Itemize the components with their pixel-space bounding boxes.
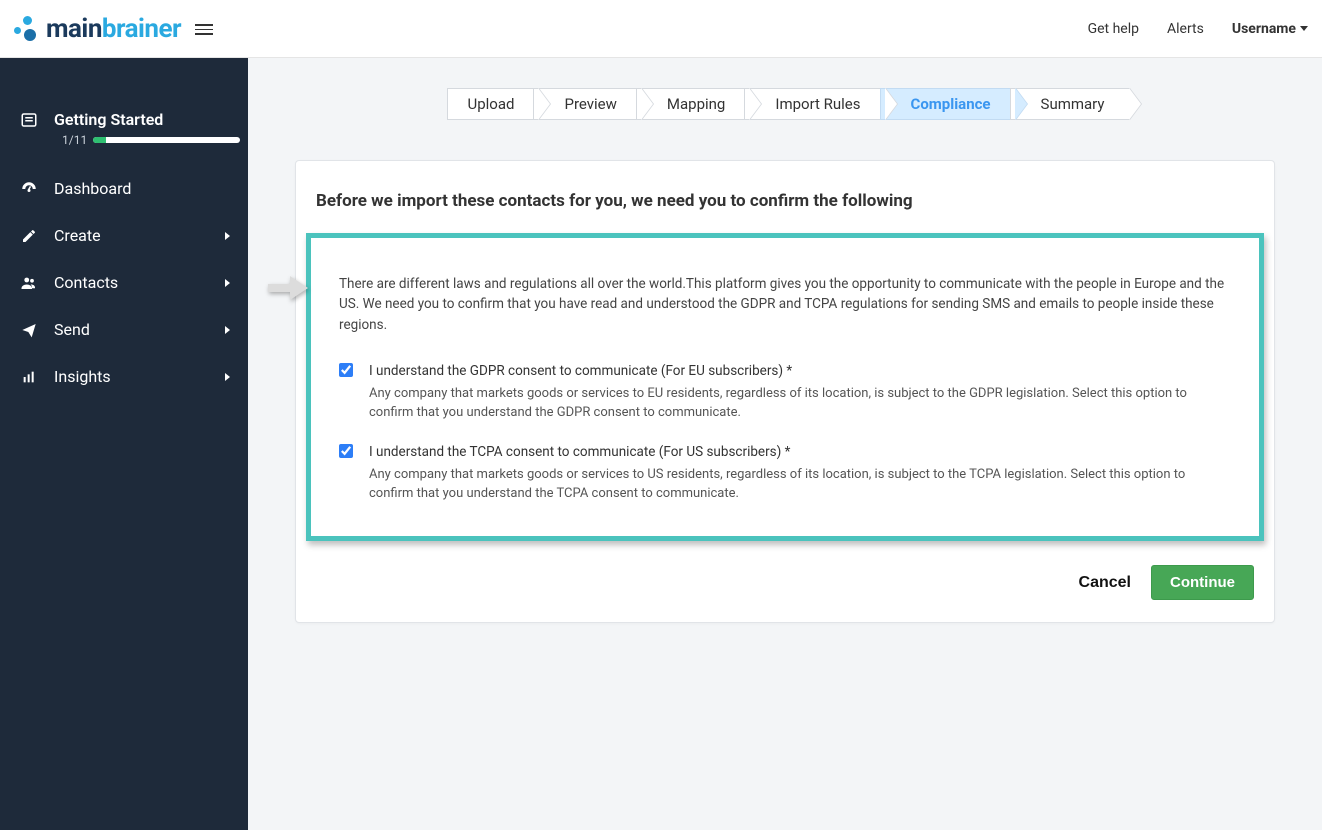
body: Getting Started 1/11 Dashboard Creat — [0, 58, 1322, 830]
card-actions: Cancel Continue — [296, 541, 1274, 600]
continue-button[interactable]: Continue — [1151, 565, 1254, 600]
chevron-right-icon — [225, 279, 230, 287]
sidebar: Getting Started 1/11 Dashboard Creat — [0, 58, 248, 830]
progress-bar-fill — [93, 137, 106, 143]
username-label: Username — [1232, 21, 1296, 37]
wizard-step-label: Compliance — [911, 95, 991, 113]
menu-toggle-icon[interactable] — [195, 22, 213, 35]
sidebar-item-contacts[interactable]: Contacts — [0, 259, 248, 306]
topbar-left: mainbrainer — [10, 14, 213, 44]
chevron-right-icon — [225, 326, 230, 334]
gdpr-label: I understand the GDPR consent to communi… — [369, 363, 1231, 379]
user-menu[interactable]: Username — [1232, 21, 1308, 37]
logo[interactable]: mainbrainer — [10, 14, 181, 44]
topbar-right: Get help Alerts Username — [1088, 21, 1308, 37]
sidebar-item-create[interactable]: Create — [0, 212, 248, 259]
wizard-step-label: Preview — [564, 95, 616, 113]
gdpr-checkbox[interactable] — [339, 363, 353, 377]
sidebar-item-label: Dashboard — [54, 179, 230, 198]
chevron-right-icon — [225, 373, 230, 381]
paper-plane-icon — [18, 322, 40, 338]
main-content: Upload Preview Mapping Import Rules Comp… — [248, 58, 1322, 830]
people-icon — [18, 274, 40, 292]
sidebar-getting-started[interactable]: Getting Started 1/11 — [0, 96, 248, 157]
get-help-link[interactable]: Get help — [1088, 21, 1139, 37]
wizard-step-label: Import Rules — [775, 95, 860, 113]
topbar: mainbrainer Get help Alerts Username — [0, 0, 1322, 58]
logo-icon — [10, 14, 40, 44]
wizard-step-import-rules[interactable]: Import Rules — [744, 88, 885, 120]
chevron-right-icon — [225, 232, 230, 240]
highlight-box: There are different laws and regulations… — [306, 233, 1264, 541]
compliance-card: Before we import these contacts for you,… — [295, 160, 1275, 623]
cancel-button[interactable]: Cancel — [1073, 566, 1137, 600]
sidebar-item-insights[interactable]: Insights — [0, 353, 248, 400]
bar-chart-icon — [18, 369, 40, 385]
wizard-step-label: Mapping — [667, 95, 725, 113]
sidebar-item-dashboard[interactable]: Dashboard — [0, 165, 248, 212]
wizard-step-compliance[interactable]: Compliance — [880, 88, 1016, 120]
getting-started-icon — [18, 111, 40, 129]
wizard-step-label: Upload — [468, 95, 515, 113]
caret-down-icon — [1300, 26, 1308, 31]
sidebar-item-send[interactable]: Send — [0, 306, 248, 353]
logo-text-accent: brainer — [102, 14, 181, 44]
wizard-step-upload[interactable]: Upload — [447, 88, 540, 120]
alerts-link[interactable]: Alerts — [1167, 21, 1204, 37]
progress-bar — [93, 137, 240, 143]
logo-text-main: main — [46, 14, 102, 44]
consent-gdpr: I understand the GDPR consent to communi… — [339, 363, 1231, 423]
pencil-icon — [18, 228, 40, 244]
gdpr-desc: Any company that markets goods or servic… — [369, 385, 1231, 423]
tcpa-checkbox[interactable] — [339, 444, 353, 458]
tcpa-desc: Any company that markets goods or servic… — [369, 466, 1231, 504]
wizard-step-label: Summary — [1041, 95, 1105, 113]
sidebar-item-label: Contacts — [54, 273, 225, 292]
consent-tcpa: I understand the TCPA consent to communi… — [339, 444, 1231, 504]
card-heading: Before we import these contacts for you,… — [296, 185, 1274, 233]
intro-text: There are different laws and regulations… — [339, 274, 1231, 335]
tcpa-label: I understand the TCPA consent to communi… — [369, 444, 1231, 460]
getting-started-label: Getting Started — [54, 110, 230, 129]
sidebar-item-label: Send — [54, 320, 225, 339]
sidebar-item-label: Create — [54, 226, 225, 245]
dashboard-icon — [18, 180, 40, 198]
sidebar-item-label: Insights — [54, 367, 225, 386]
wizard-steps: Upload Preview Mapping Import Rules Comp… — [278, 88, 1292, 120]
callout-arrow-icon — [268, 276, 308, 300]
